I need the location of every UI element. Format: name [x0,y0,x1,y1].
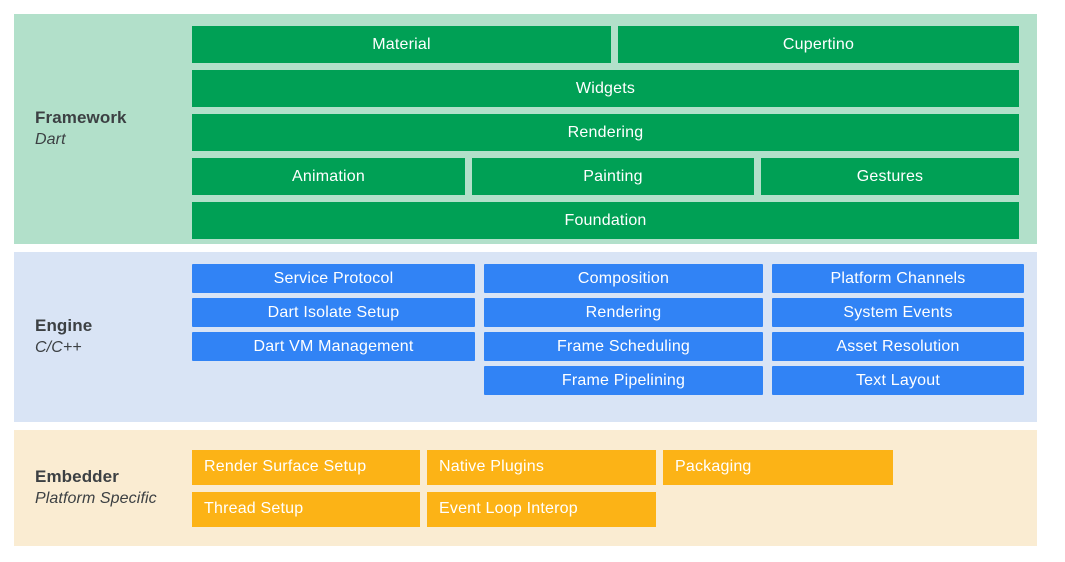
layer-embedder-title: Embedder [35,467,119,486]
layer-framework-label: Framework Dart [14,26,192,232]
framework-row-5: Foundation [192,202,1019,239]
box-rendering-engine[interactable]: Rendering [484,298,763,327]
box-text-layout[interactable]: Text Layout [772,366,1024,395]
layer-embedder-label: Embedder Platform Specific [14,442,192,534]
box-system-events[interactable]: System Events [772,298,1024,327]
box-dart-vm-management[interactable]: Dart VM Management [192,332,475,361]
layer-framework-body: Material Cupertino Widgets Rendering Ani… [192,26,1019,239]
layer-engine: Engine C/C++ Service Protocol Compositio… [14,252,1037,422]
box-gestures[interactable]: Gestures [761,158,1019,195]
box-animation[interactable]: Animation [192,158,465,195]
engine-row-4-spacer [192,366,475,395]
layer-engine-title: Engine [35,316,93,335]
flutter-architecture-diagram: Framework Dart Material Cupertino Widget… [0,0,1065,562]
embedder-row-1: Render Surface Setup Native Plugins Pack… [192,449,1019,485]
layer-embedder-subtitle: Platform Specific [35,490,157,507]
embedder-row-2: Thread Setup Event Loop Interop [192,491,1019,527]
box-foundation[interactable]: Foundation [192,202,1019,239]
box-packaging[interactable]: Packaging [663,449,893,485]
framework-row-1: Material Cupertino [192,26,1019,63]
box-cupertino[interactable]: Cupertino [618,26,1019,63]
box-dart-isolate-setup[interactable]: Dart Isolate Setup [192,298,475,327]
layer-engine-label: Engine C/C++ [14,264,192,410]
engine-row-2: Dart Isolate Setup Rendering System Even… [192,298,1024,327]
layer-engine-body: Service Protocol Composition Platform Ch… [192,264,1024,410]
box-thread-setup[interactable]: Thread Setup [192,491,420,527]
layer-engine-subtitle: C/C++ [35,339,82,356]
box-service-protocol[interactable]: Service Protocol [192,264,475,293]
layer-framework-subtitle: Dart [35,131,66,148]
box-event-loop-interop[interactable]: Event Loop Interop [427,491,656,527]
box-native-plugins[interactable]: Native Plugins [427,449,656,485]
box-widgets[interactable]: Widgets [192,70,1019,107]
box-composition[interactable]: Composition [484,264,763,293]
layer-framework: Framework Dart Material Cupertino Widget… [14,14,1037,244]
framework-row-3: Rendering [192,114,1019,151]
box-render-surface-setup[interactable]: Render Surface Setup [192,449,420,485]
box-frame-pipelining[interactable]: Frame Pipelining [484,366,763,395]
box-platform-channels[interactable]: Platform Channels [772,264,1024,293]
engine-row-1: Service Protocol Composition Platform Ch… [192,264,1024,293]
embedder-row-2-spacer [663,492,893,527]
box-rendering-framework[interactable]: Rendering [192,114,1019,151]
framework-row-2: Widgets [192,70,1019,107]
engine-row-3: Dart VM Management Frame Scheduling Asse… [192,332,1024,361]
layer-embedder: Embedder Platform Specific Render Surfac… [14,430,1037,546]
box-painting[interactable]: Painting [472,158,754,195]
framework-row-4: Animation Painting Gestures [192,158,1019,195]
layer-embedder-body: Render Surface Setup Native Plugins Pack… [192,442,1019,534]
box-material[interactable]: Material [192,26,611,63]
layer-framework-title: Framework [35,108,127,127]
engine-row-4: Frame Pipelining Text Layout [192,366,1024,395]
box-frame-scheduling[interactable]: Frame Scheduling [484,332,763,361]
box-asset-resolution[interactable]: Asset Resolution [772,332,1024,361]
